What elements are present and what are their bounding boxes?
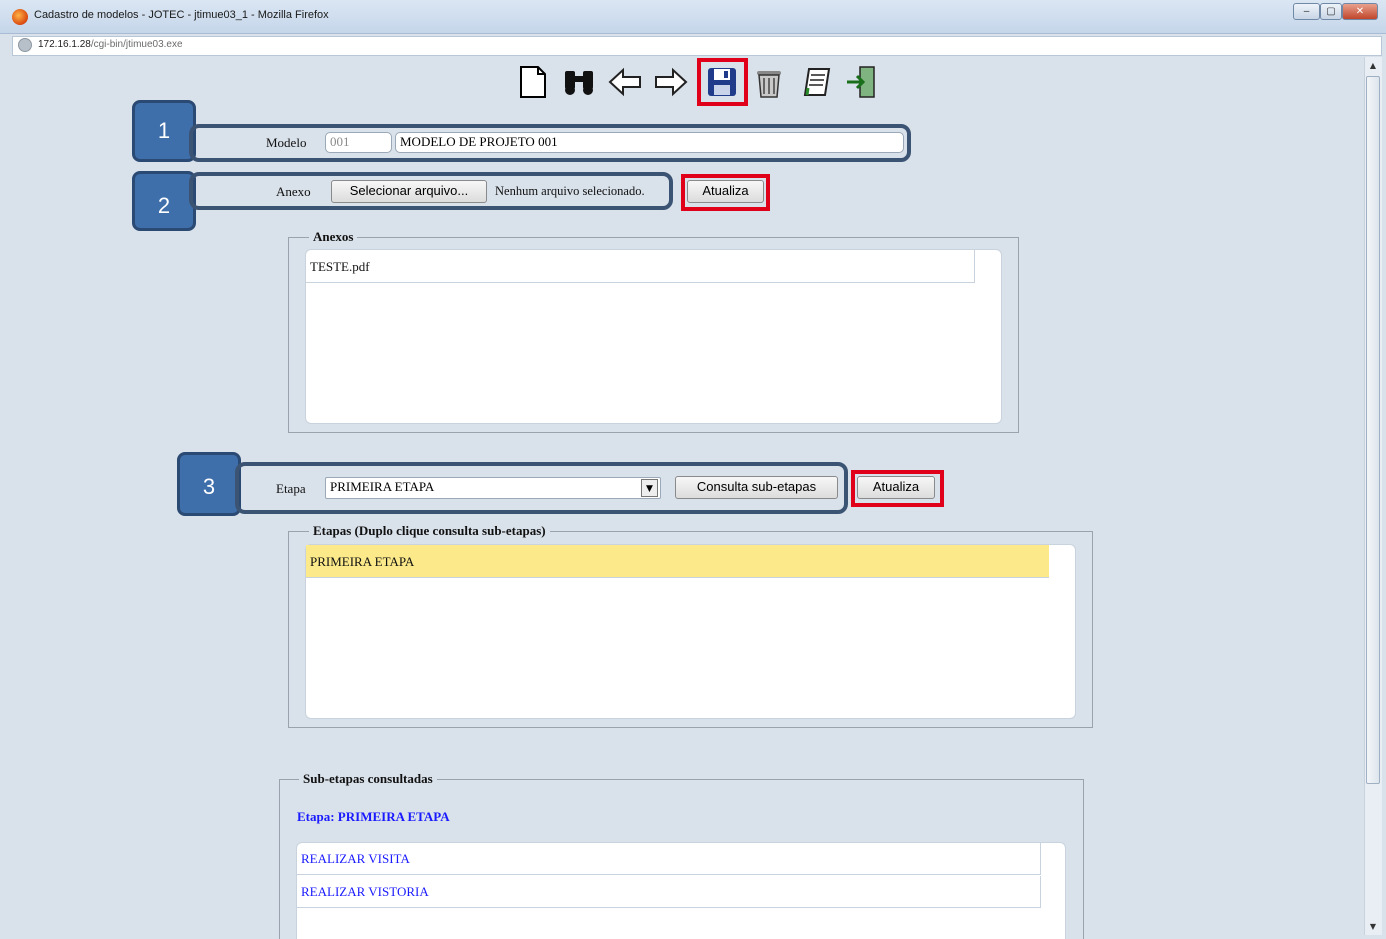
etapa-list-item-selected[interactable]: PRIMEIRA ETAPA [306, 545, 1049, 578]
subetapas-legend: Sub-etapas consultadas [299, 771, 437, 787]
select-file-button[interactable]: Selecionar arquivo... [331, 180, 487, 203]
etapas-legend: Etapas (Duplo clique consulta sub-etapas… [309, 523, 550, 539]
anexos-legend: Anexos [309, 229, 358, 245]
address-path: /cgi-bin/jtimue03.exe [90, 39, 183, 50]
address-host: 172.16.1.28 [38, 39, 91, 50]
arrow-left-icon[interactable] [608, 64, 642, 100]
subetapa-list-item[interactable]: REALIZAR VISITA [297, 843, 1041, 875]
save-highlight-box [697, 58, 748, 106]
trash-icon[interactable] [752, 64, 786, 100]
close-window-button[interactable]: ✕ [1342, 3, 1378, 20]
consult-subetapas-button[interactable]: Consulta sub-etapas [675, 476, 838, 499]
subetapa-list-item[interactable]: REALIZAR VISTORIA [297, 876, 1041, 908]
minimize-button[interactable]: ‒ [1293, 3, 1320, 20]
subetapas-heading: Etapa: PRIMEIRA ETAPA [297, 809, 450, 824]
callout-3: 3 [177, 452, 241, 516]
etapa-label: Etapa [276, 481, 306, 496]
scroll-up-icon[interactable]: ▲ [1366, 59, 1380, 73]
notebook-icon[interactable] [800, 64, 834, 100]
callout-1: 1 [132, 100, 196, 162]
dropdown-arrow-icon[interactable]: ▼ [641, 479, 658, 497]
scroll-down-icon[interactable]: ▼ [1366, 920, 1380, 934]
window-title: Cadastro de modelos - JOTEC - jtimue03_1… [34, 9, 329, 21]
etapa-select[interactable]: PRIMEIRA ETAPA [325, 477, 661, 499]
new-document-icon[interactable] [516, 64, 550, 100]
modelo-code-field[interactable]: 001 [325, 132, 392, 153]
etapa-update-button[interactable]: Atualiza [857, 476, 935, 499]
maximize-button[interactable]: ▢ [1320, 3, 1342, 20]
firefox-icon [12, 9, 28, 25]
exit-door-icon[interactable] [845, 64, 879, 100]
callout-2: 2 [132, 171, 196, 231]
address-bar[interactable] [12, 36, 1382, 56]
modelo-label: Modelo [266, 135, 307, 150]
arrow-right-icon[interactable] [654, 64, 688, 100]
site-identity-icon[interactable] [18, 38, 32, 52]
address-url[interactable]: 172.16.1.28/cgi-bin/jtimue03.exe [38, 39, 183, 50]
file-status-text: Nenhum arquivo selecionado. [495, 184, 645, 198]
binoculars-search-icon[interactable] [562, 64, 596, 100]
etapa-selected-value: PRIMEIRA ETAPA [330, 479, 435, 494]
anexo-label: Anexo [276, 184, 311, 199]
scrollbar-thumb[interactable] [1366, 76, 1380, 784]
anexo-list-item[interactable]: TESTE.pdf [306, 250, 975, 283]
modelo-name-field[interactable]: MODELO DE PROJETO 001 [395, 132, 904, 153]
anexo-update-button[interactable]: Atualiza [687, 180, 764, 203]
